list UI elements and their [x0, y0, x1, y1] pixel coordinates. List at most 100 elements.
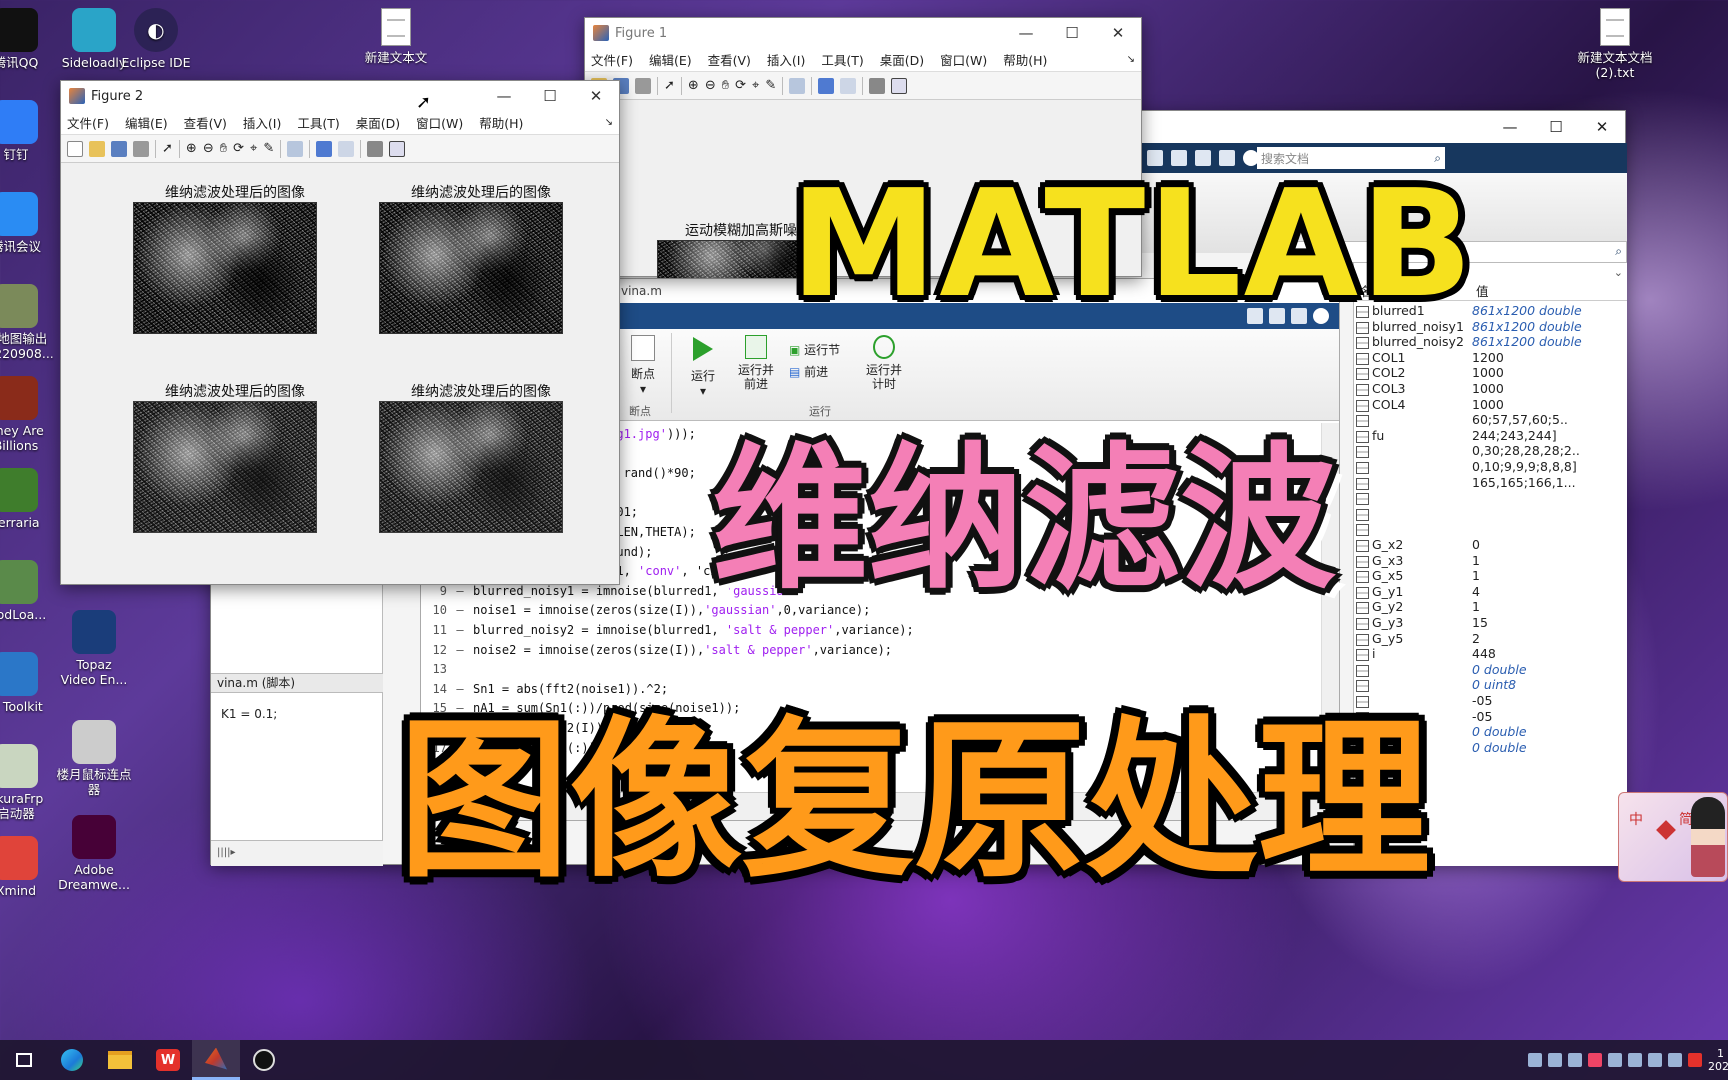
rotate-icon[interactable]: ⟳	[735, 78, 746, 93]
workspace-row[interactable]: 165,165;166,1...	[1354, 475, 1627, 491]
workspace-row[interactable]: G_y5 2	[1354, 631, 1627, 647]
workspace-row[interactable]: 0,30;28,28,28;2..	[1354, 443, 1627, 459]
desktop-icon[interactable]: They Are Billions	[0, 376, 54, 453]
menu-item[interactable]: 帮助(H)	[479, 113, 523, 132]
run-section-button[interactable]: ▣ 运行节	[789, 339, 840, 361]
desktop-icon[interactable]: ModLoa...	[0, 560, 54, 622]
workspace-row[interactable]: G_x2 0	[1354, 537, 1627, 553]
workspace-row[interactable]: COL1 1200	[1354, 350, 1627, 366]
tray-icon[interactable]	[1608, 1053, 1622, 1067]
data-cursor-icon[interactable]: ⌖	[752, 78, 759, 93]
input-method-badge[interactable]: 中 简	[1618, 792, 1728, 882]
breakpoint-marker[interactable]: –	[447, 641, 473, 659]
close-icon[interactable]: ✕	[573, 87, 619, 105]
menu-item[interactable]: 文件(F)	[67, 113, 109, 132]
breakpoints-button[interactable]: 断点 ▾	[623, 335, 663, 396]
brush-icon[interactable]: ✎	[765, 78, 776, 93]
legend-icon[interactable]	[840, 77, 857, 94]
close-icon[interactable]: ✕	[1095, 24, 1141, 42]
workspace-row[interactable]: COL2 1000	[1354, 365, 1627, 381]
colorbar-icon[interactable]	[316, 140, 333, 157]
code-line[interactable]: 11– blurred_noisy2 = imnoise(blurred1, 's…	[421, 621, 914, 639]
breakpoint-marker[interactable]: –	[447, 621, 473, 639]
pointer-icon[interactable]: ➚	[162, 141, 173, 156]
workspace-row[interactable]: G_y3 15	[1354, 615, 1627, 631]
open-icon[interactable]	[89, 140, 105, 157]
menu-item[interactable]: 文件(F)	[591, 50, 633, 69]
workspace-row[interactable]: G_x3 1	[1354, 553, 1627, 569]
colorbar-icon[interactable]	[818, 77, 835, 94]
menu-item[interactable]: 编辑(E)	[125, 113, 168, 132]
menu-item[interactable]: 工具(T)	[297, 113, 339, 132]
workspace-row[interactable]: blurred_noisy2 861x1200 double	[1354, 334, 1627, 350]
desktop-icon-text-file[interactable]: 新建文本文	[358, 8, 434, 65]
pan-icon[interactable]: ✋︎	[220, 141, 227, 156]
workspace-row[interactable]	[1354, 506, 1627, 522]
zoom-out-icon[interactable]: ⊖	[203, 141, 214, 156]
tray-icon[interactable]	[1568, 1053, 1582, 1067]
workspace-row[interactable]: 0,10;9,9,9;8,8,8]	[1354, 459, 1627, 475]
obs-icon[interactable]	[240, 1040, 288, 1080]
workspace-row[interactable]	[1354, 490, 1627, 506]
menu-item[interactable]: 桌面(D)	[880, 50, 924, 69]
desktop-icon[interactable]: Terraria	[0, 468, 54, 530]
show-plot-tools-icon[interactable]	[389, 140, 406, 157]
workspace-row[interactable]	[1354, 521, 1627, 537]
task-view-icon[interactable]	[0, 1040, 48, 1080]
run-time-button[interactable]: 运行并 计时	[859, 335, 909, 391]
breakpoint-marker[interactable]: –	[447, 601, 473, 619]
workspace-row[interactable]: COL4 1000	[1354, 397, 1627, 413]
menu-item[interactable]: 窗口(W)	[940, 50, 987, 69]
pan-icon[interactable]: ✋︎	[722, 78, 729, 93]
minimize-icon[interactable]: —	[1003, 24, 1049, 42]
close-icon[interactable]: ✕	[1579, 118, 1625, 136]
maximize-icon[interactable]: ☐	[1533, 118, 1579, 136]
desktop-icon[interactable]: 楼月鼠标连点 器	[56, 720, 132, 797]
desktop-icon[interactable]: Xmind	[0, 836, 54, 898]
rotate-icon[interactable]: ⟳	[233, 141, 244, 156]
link-plot-icon[interactable]	[287, 140, 304, 157]
menu-item[interactable]: 插入(I)	[243, 113, 281, 132]
desktop-icon[interactable]: 剑地图输出 20220908...	[0, 284, 54, 361]
print-icon[interactable]	[133, 140, 149, 157]
tray-icon[interactable]	[1528, 1053, 1542, 1067]
workspace-row[interactable]: fu 244;243,244]	[1354, 428, 1627, 444]
minimize-icon[interactable]: —	[1487, 118, 1533, 136]
workspace-row[interactable]: COL3 1000	[1354, 381, 1627, 397]
link-plot-icon[interactable]	[789, 77, 806, 94]
zoom-in-icon[interactable]: ⊕	[186, 141, 197, 156]
run-button[interactable]: 运行 ▾	[683, 335, 723, 398]
print-icon[interactable]	[635, 77, 651, 94]
maximize-icon[interactable]: ☐	[527, 87, 573, 105]
bluetooth-icon[interactable]	[1628, 1053, 1642, 1067]
clock[interactable]: 1 202	[1708, 1047, 1728, 1073]
menu-item[interactable]: 工具(T)	[821, 50, 863, 69]
folder-search-icon[interactable]: ⌕	[1615, 244, 1622, 259]
desktop-icon[interactable]: 钉钉	[0, 100, 54, 162]
desktop-icon-text-file-2[interactable]: 新建文本文档 (2).txt	[1574, 8, 1656, 80]
desktop-icon[interactable]: 腾讯QQ	[0, 8, 54, 70]
menu-item[interactable]: 桌面(D)	[356, 113, 400, 132]
menu-item[interactable]: 帮助(H)	[1003, 50, 1047, 69]
edge-icon[interactable]	[48, 1040, 96, 1080]
desktop-icon[interactable]: Topaz Video En...	[56, 610, 132, 687]
file-explorer-icon[interactable]	[96, 1040, 144, 1080]
tray-icon[interactable]	[1688, 1053, 1702, 1067]
menu-item[interactable]: 插入(I)	[767, 50, 805, 69]
menu-item[interactable]: 查看(V)	[184, 113, 227, 132]
hide-plot-tools-icon[interactable]	[869, 77, 886, 94]
new-figure-icon[interactable]	[67, 140, 83, 157]
hide-plot-tools-icon[interactable]	[367, 140, 384, 157]
save-icon[interactable]	[111, 140, 127, 157]
zoom-in-icon[interactable]: ⊕	[688, 78, 699, 93]
minimize-icon[interactable]: —	[481, 87, 527, 105]
dock-icon[interactable]: ↘	[1127, 54, 1135, 65]
workspace-row[interactable]: G_x5 1	[1354, 568, 1627, 584]
tray-icon[interactable]	[1588, 1053, 1602, 1067]
desktop-icon[interactable]: 腾讯会议	[0, 192, 54, 254]
workspace-row[interactable]: 60;57,57,60;5..	[1354, 412, 1627, 428]
dock-icon[interactable]: ↘	[605, 117, 613, 128]
desktop-icon[interactable]: akuraFrp 启动器	[0, 744, 54, 821]
tray-icon[interactable]	[1548, 1053, 1562, 1067]
desktop-icon-eclipse[interactable]: ◐ Eclipse IDE	[118, 8, 194, 70]
